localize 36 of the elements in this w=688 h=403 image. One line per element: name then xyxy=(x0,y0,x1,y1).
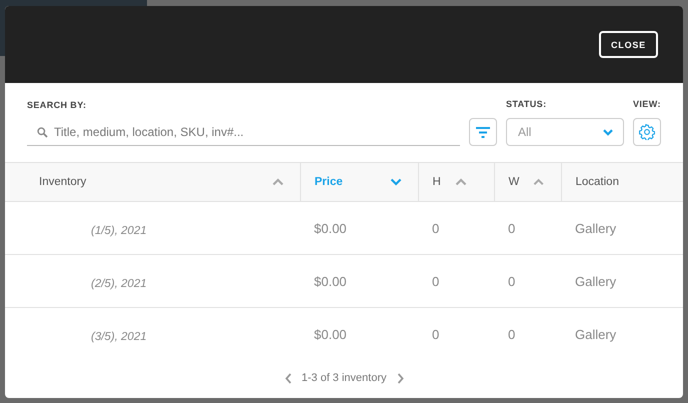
filter-icon xyxy=(476,126,490,138)
filter-button[interactable] xyxy=(469,118,497,146)
table-cell: Gallery xyxy=(561,308,683,360)
table-cell: $0.00 xyxy=(300,254,418,308)
table-cell: 0 xyxy=(494,254,561,308)
table-cell: (1/5), 2021 xyxy=(5,202,300,254)
previous-page-button[interactable] xyxy=(284,372,292,384)
chevron-up-icon[interactable] xyxy=(454,178,467,186)
table-cell: 0 xyxy=(494,202,561,254)
search-label: SEARCH BY: xyxy=(27,100,88,110)
table-cell: Gallery xyxy=(561,254,683,308)
chevron-down-icon[interactable] xyxy=(390,178,402,186)
table-cell: 0 xyxy=(418,202,494,254)
chevron-up-icon[interactable] xyxy=(533,178,544,186)
status-label: STATUS: xyxy=(506,99,548,109)
view-label: VIEW: xyxy=(633,99,661,109)
caret-icon xyxy=(603,128,613,136)
table-cell: Gallery xyxy=(561,202,683,254)
table-cell: $0.00 xyxy=(300,202,418,254)
column-header[interactable]: W xyxy=(494,162,561,202)
gear-icon xyxy=(639,124,655,140)
view-settings-button[interactable] xyxy=(633,118,661,146)
table-cell: 0 xyxy=(418,254,494,308)
chevron-up-icon[interactable] xyxy=(272,178,284,186)
table-cell: (3/5), 2021 xyxy=(5,308,300,360)
column-header[interactable]: H xyxy=(418,162,494,202)
close-button[interactable]: CLOSE xyxy=(598,31,658,58)
table-cell: (2/5), 2021 xyxy=(5,254,300,308)
search-icon xyxy=(37,126,48,138)
table-cell: 0 xyxy=(494,308,561,360)
table-cell: $0.00 xyxy=(300,308,418,360)
table-cell: 0 xyxy=(418,308,494,360)
column-header[interactable]: Location xyxy=(561,162,683,202)
pagination-text: 1-3 of 3 inventory xyxy=(302,372,386,384)
column-header[interactable]: Inventory xyxy=(5,162,300,202)
next-page-button[interactable] xyxy=(396,372,404,384)
